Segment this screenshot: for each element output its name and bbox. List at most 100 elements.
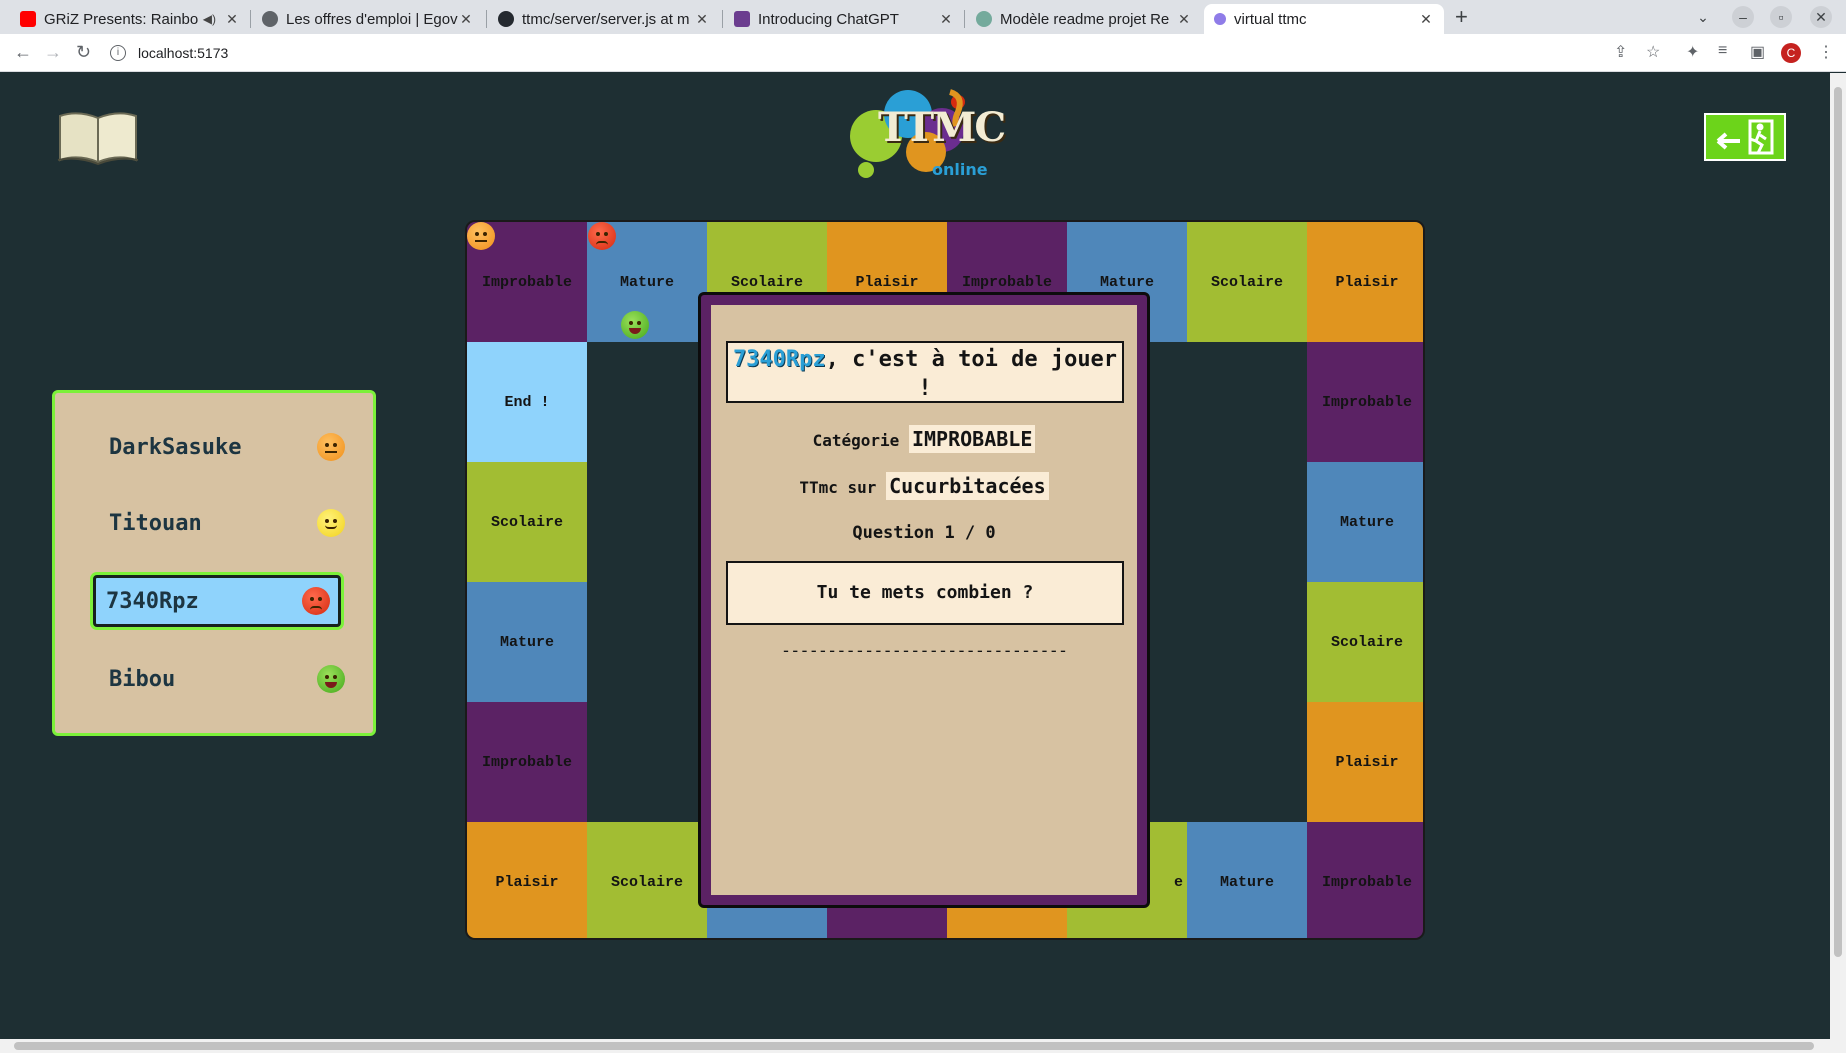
board-cell: Improbable [1307, 342, 1423, 462]
player-token-tongue-icon [620, 311, 649, 339]
tab-egov[interactable]: Les offres d'emploi | Egov ✕ [252, 4, 484, 34]
topic-line: TTmc sur Cucurbitacées [711, 472, 1137, 500]
current-player-name: 7340Rpz [732, 347, 826, 372]
tongue-face-icon [317, 665, 345, 693]
board-cell: Scolaire [587, 822, 707, 938]
openai-icon [734, 11, 750, 27]
close-window-button[interactable]: ✕ [1810, 6, 1832, 28]
board-cell: Scolaire [1187, 222, 1307, 342]
info-icon[interactable]: i [110, 45, 126, 61]
close-icon[interactable]: ✕ [458, 11, 474, 28]
player-token-neutral-icon [467, 222, 495, 250]
rules-book-icon[interactable] [56, 110, 140, 166]
share-icon[interactable]: ⇪ [1614, 42, 1627, 62]
ttmc-logo: TTMC online [846, 80, 1006, 192]
globe-icon [262, 11, 278, 27]
address-bar[interactable]: i localhost:5173 [110, 39, 1590, 67]
audio-icon[interactable]: ◀) [203, 12, 216, 26]
media-control-icon[interactable]: ≡ [1718, 42, 1727, 60]
horizontal-scrollbar[interactable] [0, 1039, 1846, 1053]
tab-title: virtual ttmc [1234, 10, 1307, 28]
tab-title: Modèle readme projet Re [1000, 10, 1170, 28]
board-cell: Plaisir [467, 822, 587, 938]
tab-title: GRiZ Presents: Rainbo [44, 10, 199, 28]
player-name: 7340Rpz [106, 588, 199, 614]
logo-title: TTMC [878, 104, 1006, 151]
back-arrow-icon[interactable]: ← [14, 42, 32, 63]
vertical-scrollbar[interactable] [1830, 73, 1846, 1039]
question-modal: 7340Rpz, c'est à toi de jouer ! Catégori… [698, 292, 1150, 908]
board-cell: Scolaire [1307, 582, 1423, 702]
category-value: IMPROBABLE [908, 425, 1036, 453]
restore-button[interactable]: ▫ [1770, 6, 1792, 28]
close-icon[interactable]: ✕ [1418, 11, 1434, 28]
modal-content: 7340Rpz, c'est à toi de jouer ! Catégori… [711, 305, 1137, 895]
tab-griz[interactable]: GRiZ Presents: Rainbo ◀) ✕ [10, 4, 250, 34]
github-icon [498, 11, 514, 27]
tab-search-chevron-icon[interactable]: ⌄ [1692, 6, 1714, 28]
emergency-exit-icon [1716, 119, 1774, 155]
board-cell: Mature [1307, 462, 1423, 582]
answer-placeholder[interactable]: ------------------------------- [711, 641, 1137, 661]
player-name: Titouan [109, 510, 202, 536]
board-cell: Plaisir [1307, 222, 1423, 342]
neutral-face-icon [317, 433, 345, 461]
player-row: Titouan [99, 499, 345, 547]
player-row-current: 7340Rpz [93, 575, 341, 627]
menu-kebab-icon[interactable]: ⋮ [1818, 42, 1834, 62]
player-row: Bibou [99, 655, 345, 703]
tab-introducing-chatgpt[interactable]: Introducing ChatGPT ✕ [724, 4, 964, 34]
topic-label: TTmc sur [799, 478, 877, 497]
player-name: DarkSasuke [109, 434, 242, 460]
extensions-icon[interactable]: ✦ [1686, 42, 1699, 62]
tab-github[interactable]: ttmc/server/server.js at m ✕ [488, 4, 720, 34]
close-icon[interactable]: ✕ [694, 11, 710, 28]
category-label: Catégorie [812, 431, 900, 450]
new-tab-button[interactable]: + [1455, 4, 1468, 30]
turn-text: , c'est à toi de jouer ! [825, 347, 1118, 401]
tab-title: Introducing ChatGPT [758, 10, 899, 28]
board-cell: Scolaire [467, 462, 587, 582]
turn-announcement: 7340Rpz, c'est à toi de jouer ! [726, 341, 1124, 403]
profile-avatar[interactable]: C [1781, 43, 1801, 63]
category-line: Catégorie IMPROBABLE [711, 425, 1137, 453]
tab-separator [964, 10, 965, 28]
scrollbar-thumb[interactable] [1834, 87, 1842, 957]
question-text: Tu te mets combien ? [726, 561, 1124, 625]
scrollbar-thumb[interactable] [14, 1042, 1814, 1050]
chatgpt-icon [976, 11, 992, 27]
close-icon[interactable]: ✕ [224, 11, 240, 28]
close-icon[interactable]: ✕ [1176, 11, 1192, 28]
forward-arrow-icon[interactable]: → [44, 42, 62, 63]
tab-readme[interactable]: Modèle readme projet Re ✕ [966, 4, 1202, 34]
tab-title: ttmc/server/server.js at m [522, 10, 690, 28]
board-cell-end: End ! [467, 342, 587, 462]
board-cell: Improbable [1307, 822, 1423, 938]
tab-separator [250, 10, 251, 28]
tab-virtual-ttmc[interactable]: virtual ttmc ✕ [1204, 4, 1444, 34]
tab-separator [722, 10, 723, 28]
player-name: Bibou [109, 666, 176, 692]
bookmark-star-icon[interactable]: ☆ [1646, 42, 1660, 62]
minimize-button[interactable]: – [1732, 6, 1754, 28]
logo-subtitle: online [932, 160, 988, 179]
board-cell: Plaisir [1307, 702, 1423, 822]
reload-icon[interactable]: ↻ [76, 42, 91, 63]
tab-separator [486, 10, 487, 28]
players-panel: DarkSasuke Titouan 7340Rpz Bibou [52, 390, 376, 736]
player-row: DarkSasuke [99, 423, 345, 471]
youtube-icon [20, 11, 36, 27]
question-counter: Question 1 / 0 [852, 523, 996, 543]
url-text: localhost:5173 [138, 45, 229, 61]
tab-title: Les offres d'emploi | Egov [286, 10, 458, 28]
vite-icon [1214, 13, 1226, 25]
smiling-face-icon [317, 509, 345, 537]
browser-tab-bar: GRiZ Presents: Rainbo ◀) ✕ Les offres d'… [0, 0, 1846, 34]
side-panel-icon[interactable]: ▣ [1750, 42, 1765, 62]
board-cell: Mature [467, 582, 587, 702]
close-icon[interactable]: ✕ [938, 11, 954, 28]
angry-face-icon [302, 587, 330, 615]
board-cell: Improbable [467, 702, 587, 822]
exit-button[interactable] [1704, 113, 1786, 161]
board-cell: Mature [1187, 822, 1307, 938]
